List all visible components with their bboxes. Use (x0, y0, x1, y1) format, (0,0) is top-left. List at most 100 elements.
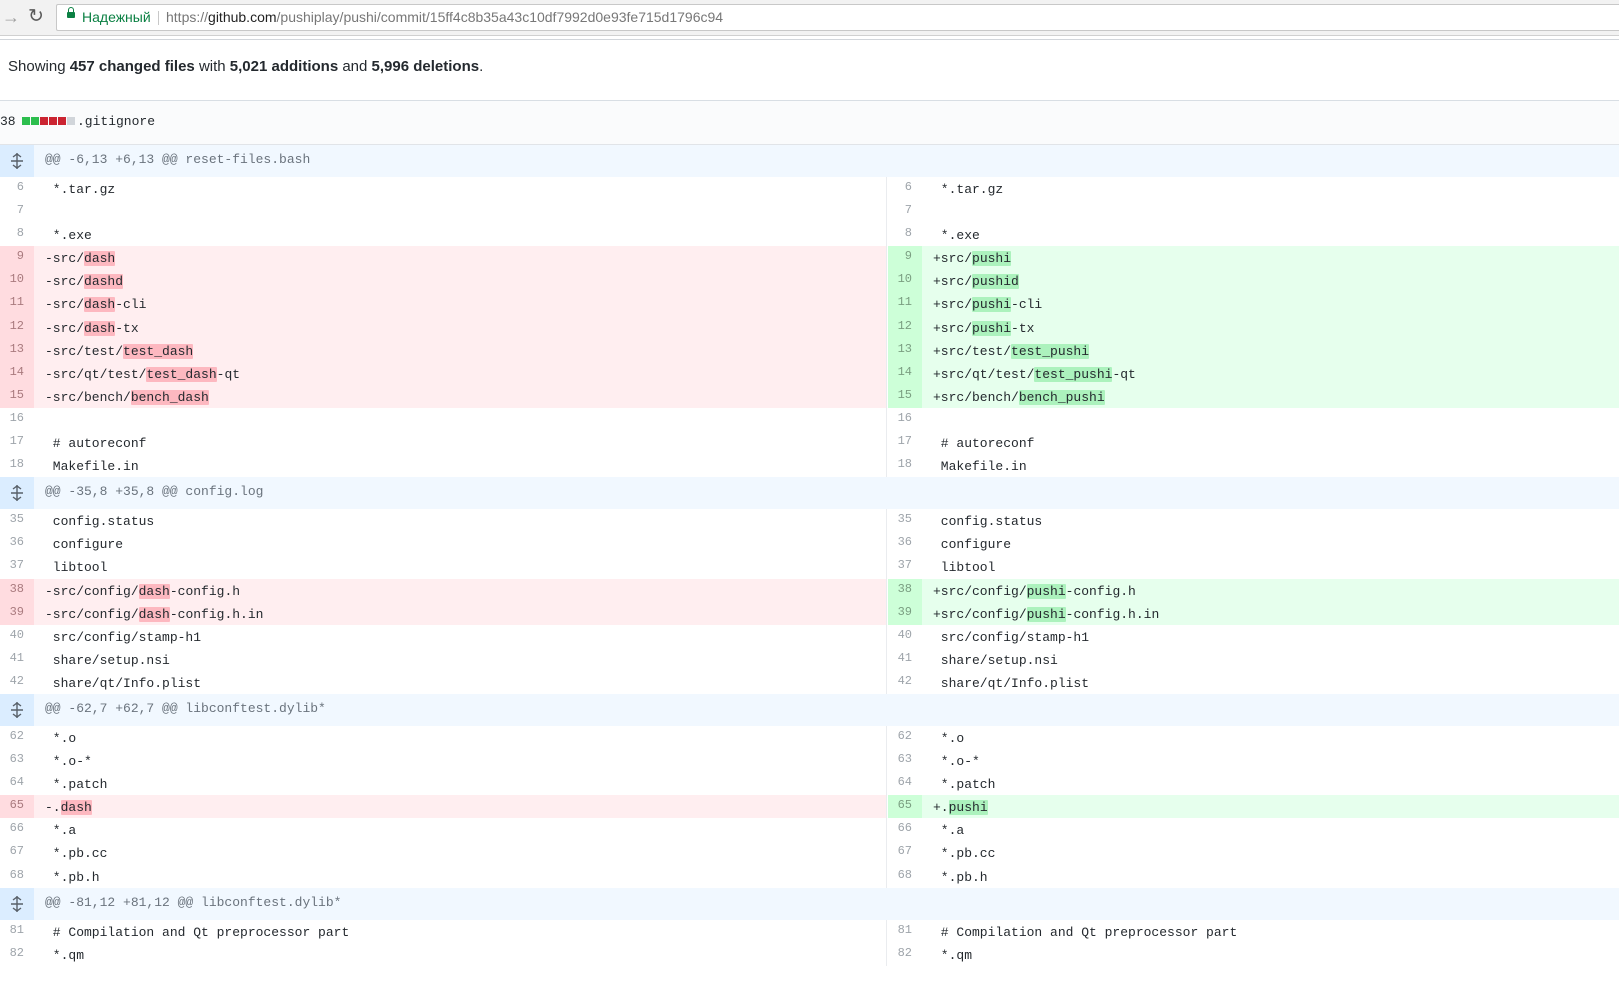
line-number[interactable]: 65 (888, 795, 922, 819)
expand-icon[interactable] (0, 887, 34, 920)
line-number[interactable]: 41 (0, 648, 34, 671)
line-number[interactable]: 36 (888, 532, 922, 555)
line-number[interactable]: 64 (888, 772, 922, 795)
line-number[interactable]: 64 (0, 772, 34, 795)
line-number[interactable]: 63 (0, 749, 34, 772)
line-number[interactable]: 40 (0, 625, 34, 648)
code-segment: -cli (115, 297, 147, 313)
line-number[interactable]: 37 (0, 555, 34, 578)
line-number[interactable]: 81 (888, 920, 922, 943)
line-number[interactable]: 67 (888, 841, 922, 864)
highlight-change: pushi (1026, 606, 1066, 622)
line-number[interactable]: 12 (0, 315, 34, 339)
line-number[interactable]: 7 (888, 200, 922, 223)
line-number[interactable]: 63 (888, 749, 922, 772)
line-number[interactable]: 40 (888, 625, 922, 648)
code-line: +src/config/pushi-config.h (933, 579, 1136, 602)
summary-end: . (479, 58, 484, 75)
hunk-header: @@ -62,7 +62,7 @@ libconftest.dylib* (0, 693, 1619, 726)
expand-icon[interactable] (0, 145, 34, 177)
line-number[interactable]: 10 (0, 269, 34, 293)
line-number[interactable]: 18 (888, 454, 922, 477)
highlight-change: test_dash (123, 343, 194, 359)
url-text[interactable]: https://github.com/pushiplay/pushi/commi… (166, 5, 723, 30)
line-number[interactable]: 9 (888, 246, 922, 270)
line-number[interactable]: 12 (888, 315, 922, 339)
right-side: 41 share/setup.nsi (888, 648, 1619, 671)
line-number[interactable]: 18 (0, 454, 34, 477)
file-name[interactable]: .gitignore (77, 114, 155, 129)
code-line: *.qm (933, 947, 973, 963)
line-number[interactable]: 62 (888, 726, 922, 749)
hunk-header-text: @@ -62,7 +62,7 @@ libconftest.dylib* (45, 700, 326, 716)
highlight-change: dash (138, 606, 170, 622)
code-line: *.pb.cc (933, 846, 996, 862)
line-number[interactable]: 42 (888, 671, 922, 694)
line-number[interactable]: 14 (0, 361, 34, 385)
line-number[interactable]: 81 (0, 920, 34, 943)
line-number[interactable]: 9 (0, 246, 34, 270)
expand-icon[interactable] (0, 477, 34, 510)
diff-row: 66 *.a 66 *.a (0, 818, 1619, 842)
line-number[interactable]: 82 (0, 943, 34, 966)
line-number[interactable]: 66 (0, 818, 34, 841)
line-number[interactable]: 62 (0, 726, 34, 749)
additions-count: 5,021 additions (229, 58, 339, 75)
expand-icon[interactable] (0, 693, 34, 726)
line-number[interactable]: 10 (888, 269, 922, 293)
line-number[interactable]: 66 (888, 818, 922, 841)
line-number[interactable]: 13 (888, 338, 922, 362)
code-line: configure (933, 537, 1012, 553)
line-number[interactable]: 17 (888, 431, 922, 454)
line-number[interactable]: 42 (0, 671, 34, 694)
reload-icon[interactable]: ↻ (25, 6, 47, 28)
line-number[interactable]: 38 (888, 578, 922, 602)
line-number[interactable]: 37 (888, 555, 922, 578)
line-number[interactable]: 67 (0, 841, 34, 864)
line-number[interactable]: 17 (0, 431, 34, 454)
line-number[interactable]: 41 (888, 648, 922, 671)
line-number[interactable]: 39 (0, 601, 34, 625)
code-segment: -src/qt/test/ (45, 366, 147, 382)
line-number[interactable]: 38 (0, 578, 34, 602)
line-number[interactable]: 36 (0, 532, 34, 555)
lock-icon[interactable] (67, 7, 75, 18)
line-number[interactable]: 16 (0, 408, 34, 431)
line-number[interactable]: 6 (0, 177, 34, 200)
line-number[interactable]: 11 (0, 292, 34, 316)
secure-label[interactable]: Надежный (82, 5, 151, 30)
diff-row: 81 # Compilation and Qt preprocessor par… (0, 919, 1619, 943)
line-number[interactable]: 16 (888, 408, 922, 431)
line-number[interactable]: 14 (888, 361, 922, 385)
line-number[interactable]: 35 (0, 509, 34, 532)
line-number[interactable]: 11 (888, 292, 922, 316)
line-number[interactable]: 68 (888, 865, 922, 888)
right-side: 42 share/qt/Info.plist (888, 671, 1619, 694)
code-line: src/config/stamp-h1 (933, 629, 1090, 645)
line-number[interactable]: 68 (0, 865, 34, 888)
line-number[interactable]: 65 (0, 795, 34, 819)
left-side: 37 libtool (0, 555, 887, 579)
left-side: 15 -src/bench/bench_dash (0, 384, 887, 408)
diff-row: 10 -src/dashd 10 +src/pushid (0, 269, 1619, 293)
line-number[interactable]: 7 (0, 200, 34, 223)
line-number[interactable]: 15 (0, 384, 34, 408)
line-number[interactable]: 8 (888, 223, 922, 246)
line-number[interactable]: 6 (888, 177, 922, 200)
line-number[interactable]: 82 (888, 943, 922, 966)
changed-files-count[interactable]: 457 changed files (70, 58, 195, 75)
left-side: 41 share/setup.nsi (0, 647, 887, 671)
line-number[interactable]: 35 (888, 509, 922, 532)
line-number[interactable]: 8 (0, 223, 34, 246)
line-number[interactable]: 15 (888, 384, 922, 408)
line-number[interactable]: 39 (888, 601, 922, 625)
address-bar[interactable]: Надежный https://github.com/pushiplay/pu… (56, 4, 1619, 31)
right-side: 12 +src/pushi-tx (888, 315, 1619, 339)
code-segment: -tx (115, 320, 139, 336)
browser-toolbar: → ↻ Надежный https://github.com/pushipla… (0, 0, 1619, 36)
line-number[interactable]: 13 (0, 338, 34, 362)
forward-arrow-icon[interactable]: → (0, 6, 22, 28)
code-segment: +src/ (933, 274, 973, 290)
code-line: # Compilation and Qt preprocessor part (45, 924, 350, 940)
highlight-change: pushi (972, 297, 1012, 313)
